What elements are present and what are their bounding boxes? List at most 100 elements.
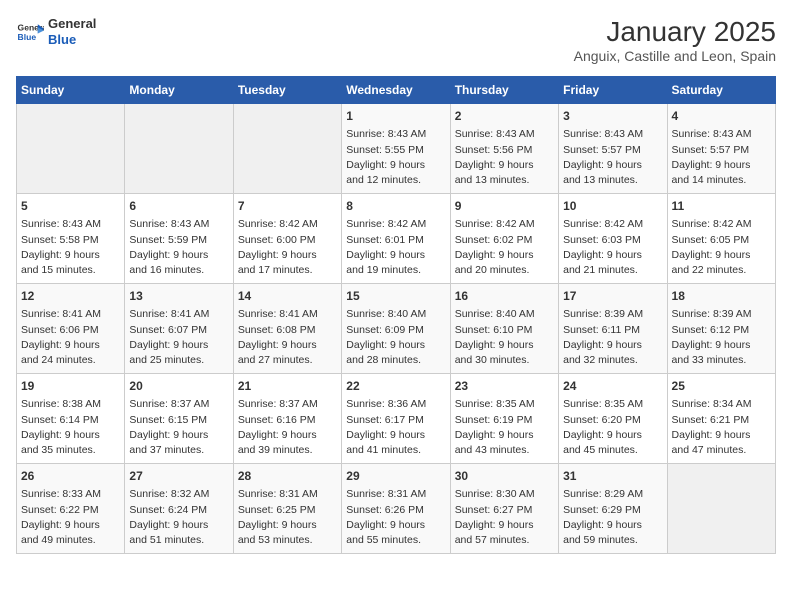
day-number: 27 xyxy=(129,468,228,485)
day-info: Sunrise: 8:38 AM Sunset: 6:14 PM Dayligh… xyxy=(21,397,120,458)
day-info: Sunrise: 8:29 AM Sunset: 6:29 PM Dayligh… xyxy=(563,487,662,548)
day-info: Sunrise: 8:42 AM Sunset: 6:00 PM Dayligh… xyxy=(238,217,337,278)
calendar-cell: 1 Sunrise: 8:43 AM Sunset: 5:55 PM Daylig… xyxy=(342,104,450,194)
day-number: 16 xyxy=(455,288,554,305)
logo-text-general: General xyxy=(48,16,96,32)
calendar-cell: 18 Sunrise: 8:39 AM Sunset: 6:12 PM Dayli… xyxy=(667,284,775,374)
day-info: Sunrise: 8:43 AM Sunset: 5:58 PM Dayligh… xyxy=(21,217,120,278)
calendar-title-area: January 2025 Anguix, Castille and Leon, … xyxy=(574,16,776,64)
day-number: 17 xyxy=(563,288,662,305)
day-info: Sunrise: 8:33 AM Sunset: 6:22 PM Dayligh… xyxy=(21,487,120,548)
calendar-cell: 29 Sunrise: 8:31 AM Sunset: 6:26 PM Dayli… xyxy=(342,464,450,554)
day-info: Sunrise: 8:42 AM Sunset: 6:01 PM Dayligh… xyxy=(346,217,445,278)
weekday-header-saturday: Saturday xyxy=(667,77,775,104)
day-number: 3 xyxy=(563,108,662,125)
weekday-header-tuesday: Tuesday xyxy=(233,77,341,104)
day-number: 12 xyxy=(21,288,120,305)
calendar-week-row: 12Sunrise: 8:41 AM Sunset: 6:06 PM Dayli… xyxy=(17,284,776,374)
calendar-cell: 16 Sunrise: 8:40 AM Sunset: 6:10 PM Dayli… xyxy=(450,284,558,374)
calendar-cell: 5 Sunrise: 8:43 AM Sunset: 5:58 PM Daylig… xyxy=(17,194,125,284)
calendar-cell: 6 Sunrise: 8:43 AM Sunset: 5:59 PM Daylig… xyxy=(125,194,233,284)
day-number: 10 xyxy=(563,198,662,215)
calendar-cell: 13Sunrise: 8:41 AM Sunset: 6:07 PM Dayli… xyxy=(125,284,233,374)
day-number: 9 xyxy=(455,198,554,215)
weekday-header-friday: Friday xyxy=(559,77,667,104)
weekday-header-thursday: Thursday xyxy=(450,77,558,104)
calendar-cell xyxy=(233,104,341,194)
calendar-cell: 3 Sunrise: 8:43 AM Sunset: 5:57 PM Daylig… xyxy=(559,104,667,194)
day-info: Sunrise: 8:43 AM Sunset: 5:55 PM Dayligh… xyxy=(346,127,445,188)
day-info: Sunrise: 8:42 AM Sunset: 6:05 PM Dayligh… xyxy=(672,217,771,278)
calendar-cell xyxy=(17,104,125,194)
calendar-cell: 14 Sunrise: 8:41 AM Sunset: 6:08 PM Dayli… xyxy=(233,284,341,374)
calendar-week-row: 5 Sunrise: 8:43 AM Sunset: 5:58 PM Daylig… xyxy=(17,194,776,284)
day-number: 4 xyxy=(672,108,771,125)
day-info: Sunrise: 8:42 AM Sunset: 6:03 PM Dayligh… xyxy=(563,217,662,278)
day-number: 30 xyxy=(455,468,554,485)
day-number: 28 xyxy=(238,468,337,485)
day-info: Sunrise: 8:43 AM Sunset: 5:57 PM Dayligh… xyxy=(672,127,771,188)
day-number: 5 xyxy=(21,198,120,215)
calendar-cell: 7 Sunrise: 8:42 AM Sunset: 6:00 PM Daylig… xyxy=(233,194,341,284)
day-number: 6 xyxy=(129,198,228,215)
calendar-subtitle: Anguix, Castille and Leon, Spain xyxy=(574,48,776,64)
day-number: 2 xyxy=(455,108,554,125)
day-info: Sunrise: 8:32 AM Sunset: 6:24 PM Dayligh… xyxy=(129,487,228,548)
day-number: 31 xyxy=(563,468,662,485)
calendar-cell: 2 Sunrise: 8:43 AM Sunset: 5:56 PM Daylig… xyxy=(450,104,558,194)
day-info: Sunrise: 8:39 AM Sunset: 6:11 PM Dayligh… xyxy=(563,307,662,368)
day-info: Sunrise: 8:35 AM Sunset: 6:20 PM Dayligh… xyxy=(563,397,662,458)
day-number: 26 xyxy=(21,468,120,485)
calendar-cell xyxy=(125,104,233,194)
calendar-week-row: 1 Sunrise: 8:43 AM Sunset: 5:55 PM Daylig… xyxy=(17,104,776,194)
calendar-cell: 19 Sunrise: 8:38 AM Sunset: 6:14 PM Dayli… xyxy=(17,374,125,464)
calendar-cell: 20Sunrise: 8:37 AM Sunset: 6:15 PM Dayli… xyxy=(125,374,233,464)
calendar-header-row: SundayMondayTuesdayWednesdayThursdayFrid… xyxy=(17,77,776,104)
calendar-cell: 30 Sunrise: 8:30 AM Sunset: 6:27 PM Dayli… xyxy=(450,464,558,554)
calendar-cell: 15Sunrise: 8:40 AM Sunset: 6:09 PM Dayli… xyxy=(342,284,450,374)
day-number: 29 xyxy=(346,468,445,485)
day-number: 21 xyxy=(238,378,337,395)
calendar-cell: 11 Sunrise: 8:42 AM Sunset: 6:05 PM Dayli… xyxy=(667,194,775,284)
day-number: 23 xyxy=(455,378,554,395)
day-info: Sunrise: 8:37 AM Sunset: 6:15 PM Dayligh… xyxy=(129,397,228,458)
day-info: Sunrise: 8:40 AM Sunset: 6:10 PM Dayligh… xyxy=(455,307,554,368)
calendar-cell: 26 Sunrise: 8:33 AM Sunset: 6:22 PM Dayli… xyxy=(17,464,125,554)
day-info: Sunrise: 8:30 AM Sunset: 6:27 PM Dayligh… xyxy=(455,487,554,548)
day-number: 14 xyxy=(238,288,337,305)
calendar-cell: 17 Sunrise: 8:39 AM Sunset: 6:11 PM Dayli… xyxy=(559,284,667,374)
day-number: 1 xyxy=(346,108,445,125)
calendar-cell: 23 Sunrise: 8:35 AM Sunset: 6:19 PM Dayli… xyxy=(450,374,558,464)
day-info: Sunrise: 8:43 AM Sunset: 5:59 PM Dayligh… xyxy=(129,217,228,278)
weekday-header-sunday: Sunday xyxy=(17,77,125,104)
day-info: Sunrise: 8:43 AM Sunset: 5:57 PM Dayligh… xyxy=(563,127,662,188)
day-number: 19 xyxy=(21,378,120,395)
day-number: 24 xyxy=(563,378,662,395)
day-info: Sunrise: 8:35 AM Sunset: 6:19 PM Dayligh… xyxy=(455,397,554,458)
day-number: 7 xyxy=(238,198,337,215)
calendar-cell xyxy=(667,464,775,554)
svg-text:Blue: Blue xyxy=(18,31,37,41)
logo-text-blue: Blue xyxy=(48,32,96,48)
day-info: Sunrise: 8:41 AM Sunset: 6:07 PM Dayligh… xyxy=(129,307,228,368)
day-info: Sunrise: 8:39 AM Sunset: 6:12 PM Dayligh… xyxy=(672,307,771,368)
day-number: 25 xyxy=(672,378,771,395)
calendar-cell: 4 Sunrise: 8:43 AM Sunset: 5:57 PM Daylig… xyxy=(667,104,775,194)
calendar-cell: 8 Sunrise: 8:42 AM Sunset: 6:01 PM Daylig… xyxy=(342,194,450,284)
calendar-cell: 25Sunrise: 8:34 AM Sunset: 6:21 PM Dayli… xyxy=(667,374,775,464)
calendar-cell: 27 Sunrise: 8:32 AM Sunset: 6:24 PM Dayli… xyxy=(125,464,233,554)
day-info: Sunrise: 8:43 AM Sunset: 5:56 PM Dayligh… xyxy=(455,127,554,188)
day-number: 22 xyxy=(346,378,445,395)
calendar-cell: 31 Sunrise: 8:29 AM Sunset: 6:29 PM Dayli… xyxy=(559,464,667,554)
day-number: 18 xyxy=(672,288,771,305)
calendar-cell: 21Sunrise: 8:37 AM Sunset: 6:16 PM Dayli… xyxy=(233,374,341,464)
day-number: 11 xyxy=(672,198,771,215)
day-number: 8 xyxy=(346,198,445,215)
weekday-header-wednesday: Wednesday xyxy=(342,77,450,104)
calendar-cell: 28Sunrise: 8:31 AM Sunset: 6:25 PM Dayli… xyxy=(233,464,341,554)
day-info: Sunrise: 8:40 AM Sunset: 6:09 PM Dayligh… xyxy=(346,307,445,368)
weekday-header-monday: Monday xyxy=(125,77,233,104)
calendar-week-row: 26 Sunrise: 8:33 AM Sunset: 6:22 PM Dayli… xyxy=(17,464,776,554)
day-info: Sunrise: 8:31 AM Sunset: 6:26 PM Dayligh… xyxy=(346,487,445,548)
day-info: Sunrise: 8:41 AM Sunset: 6:08 PM Dayligh… xyxy=(238,307,337,368)
